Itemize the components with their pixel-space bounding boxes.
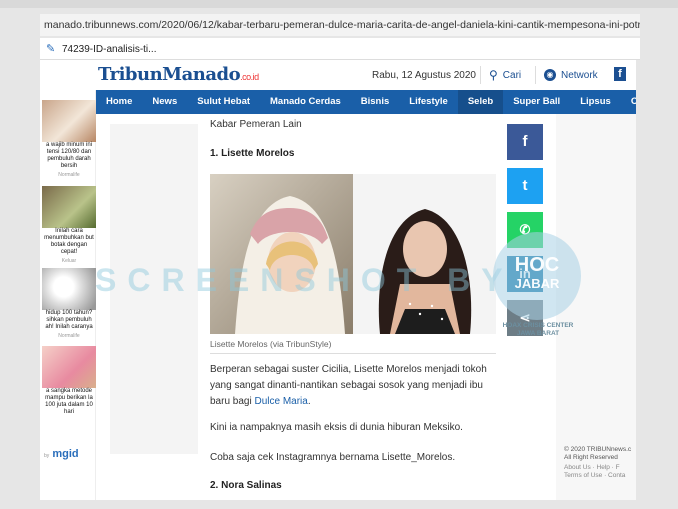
- nav-item-bisnis[interactable]: Bisnis: [351, 90, 400, 114]
- mgid-prefix: by: [44, 453, 50, 459]
- nav-item-manado-cerdas[interactable]: Manado Cerdas: [260, 90, 351, 114]
- facebook-share-icon[interactable]: f: [507, 124, 543, 160]
- nav-item-news[interactable]: News: [142, 90, 187, 114]
- header-date: Rabu, 12 Agustus 2020: [372, 70, 476, 81]
- mgid-logo[interactable]: by mgid: [44, 448, 79, 460]
- ad-source: Normalife: [58, 172, 80, 178]
- ad-item[interactable]: a wajib minum ini tensi 120/80 dan pembu…: [42, 100, 96, 178]
- nav-item-lifestyle[interactable]: Lifestyle: [399, 90, 458, 114]
- screenshot-frame: manado.tribunnews.com/2020/06/12/kabar-t…: [0, 0, 678, 509]
- ad-item[interactable]: a sangka metode mampu berikan la 100 jut…: [42, 346, 96, 416]
- ad-item[interactable]: hidup 100 tahun? sihkan pembuluh ah! Ini…: [42, 268, 96, 339]
- ad-text: Inilah cara menumbuhkan but botak dengan…: [44, 228, 94, 255]
- main-nav: Home News Sulut Hebat Manado Cerdas Bisnis Li…: [96, 90, 636, 114]
- badge-line-1: HOC: [514, 254, 560, 276]
- nav-item-citizen-journalism[interactable]: Citizen Journalism: [621, 90, 636, 114]
- watermark-text: SCREENSHOT BY: [95, 262, 514, 298]
- heading-nora-salinas: 2. Nora Salinas: [210, 480, 282, 491]
- dulce-maria-link[interactable]: Dulce Maria: [254, 396, 307, 407]
- footer-links[interactable]: About Us · Help · F Terms of Use · Conta: [564, 464, 636, 480]
- ad-image: [42, 186, 96, 228]
- twitter-share-icon[interactable]: t: [507, 168, 543, 204]
- site-logo[interactable]: TribunManado.co.id: [98, 64, 259, 85]
- footer-copyright: © 2020 TRIBUNnews.c All Right Reserved A…: [564, 446, 636, 480]
- network-button[interactable]: ◉ Network: [535, 66, 598, 84]
- search-button[interactable]: ⚲ Cari: [480, 66, 521, 84]
- ad-image: [42, 100, 96, 142]
- network-label: Network: [561, 69, 598, 81]
- facebook-icon[interactable]: f: [614, 67, 626, 81]
- nav-item-lipsus[interactable]: Lipsus: [570, 90, 621, 114]
- photo-caption: Lisette Morelos (via TribunStyle): [210, 339, 496, 354]
- ad-item[interactable]: Inilah cara menumbuhkan but botak dengan…: [42, 186, 96, 264]
- copyright-text: © 2020 TRIBUNnews.c All Right Reserved: [564, 446, 632, 461]
- ad-source: Normalife: [58, 333, 80, 339]
- site-header: TribunManado.co.id Rabu, 12 Agustus 2020…: [40, 60, 636, 90]
- badge-line-2: JABAR: [514, 276, 560, 291]
- logo-suffix: .co.id: [240, 72, 259, 82]
- ad-source: Keluar: [61, 258, 77, 264]
- paragraph-1-end: .: [307, 396, 311, 407]
- paragraph-1-text: Berperan sebagai suster Cicilia, Lisette…: [210, 364, 487, 407]
- document-icon: ✎: [46, 43, 56, 55]
- logo-text: TribunManado: [98, 64, 241, 85]
- mgid-brand: mgid: [52, 448, 79, 460]
- address-bar[interactable]: manado.tribunnews.com/2020/06/12/kabar-t…: [40, 14, 640, 36]
- nav-item-seleb[interactable]: Seleb: [457, 90, 504, 114]
- paragraph-1: Berperan sebagai suster Cicilia, Lisette…: [210, 362, 496, 410]
- section-title: Kabar Pemeran Lain: [210, 119, 302, 130]
- paragraph-3: Coba saja cek Instagramnya bernama Liset…: [210, 452, 456, 463]
- article-body: Kabar Pemeran Lain 1. Lisette Morelos Li…: [208, 114, 498, 500]
- nav-item-sulut-hebat[interactable]: Sulut Hebat: [187, 90, 260, 114]
- network-icon: ◉: [544, 69, 556, 81]
- tab-bar: ✎ 74239-ID-analisis-ti...: [40, 38, 640, 60]
- ad-text: a sangka metode mampu berikan la 100 jut…: [45, 388, 93, 415]
- badge-subtitle: HOAX CRISIS CENTER JAWA BARAT: [502, 322, 574, 337]
- search-label: Cari: [502, 69, 522, 81]
- left-ad-column: a wajib minum ini tensi 120/80 dan pembu…: [40, 90, 96, 500]
- paragraph-2: Kini ia nampaknya masih eksis di dunia h…: [210, 422, 463, 433]
- nav-item-super-ball[interactable]: Super Ball: [503, 90, 570, 114]
- search-icon: ⚲: [489, 68, 498, 82]
- ad-text: a wajib minum ini tensi 120/80 dan pembu…: [45, 142, 93, 169]
- ad-image: [42, 346, 96, 388]
- browser-tab[interactable]: ✎ 74239-ID-analisis-ti...: [46, 41, 156, 57]
- nav-item-home[interactable]: Home: [96, 90, 142, 114]
- photo-illustration: [210, 174, 496, 334]
- heading-lisette-morelos: 1. Lisette Morelos: [210, 148, 295, 159]
- top-strip: [0, 0, 678, 8]
- article-photo: [210, 174, 496, 334]
- hoc-jabar-badge: HOC JABAR: [493, 232, 581, 320]
- ad-image: [42, 268, 96, 310]
- ad-text: hidup 100 tahun? sihkan pembuluh ah! Ini…: [45, 310, 93, 330]
- tab-title: 74239-ID-analisis-ti...: [62, 43, 157, 55]
